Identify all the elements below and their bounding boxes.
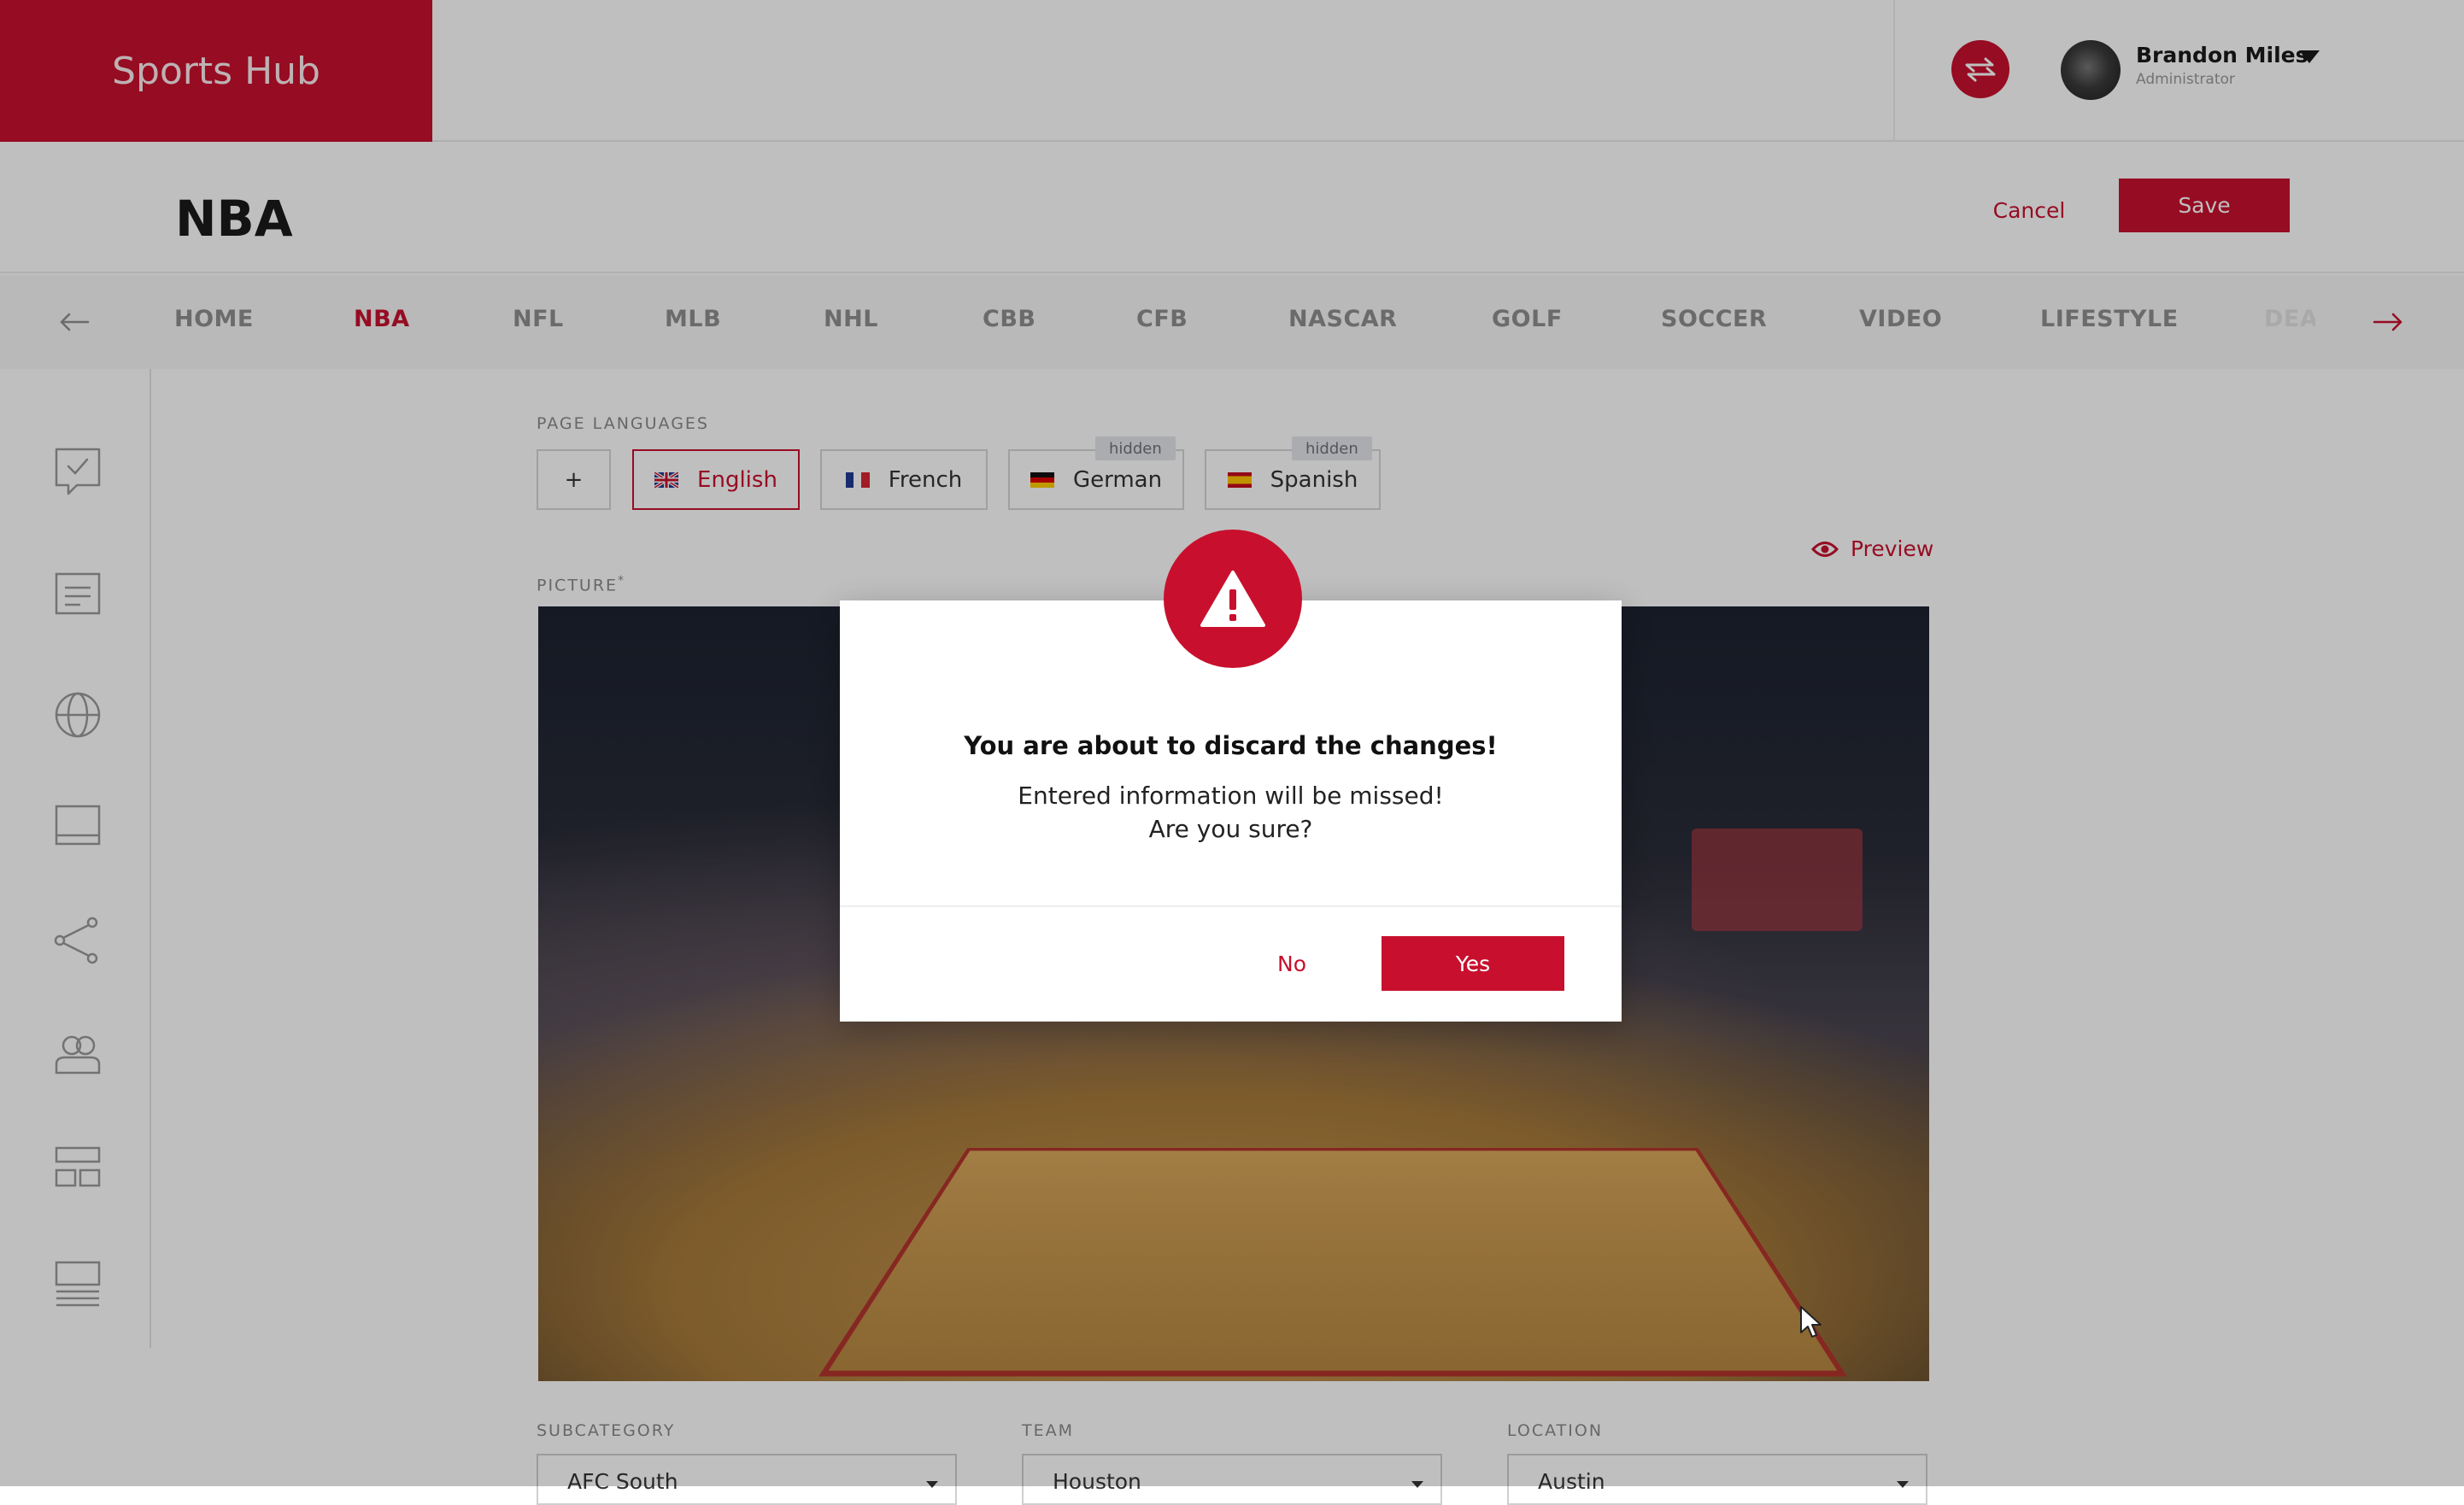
no-button[interactable]: No [1249,936,1335,991]
warning-icon [1200,571,1265,627]
dialog-question: Are you sure? [1148,815,1313,843]
dialog-title: You are about to discard the changes! [964,731,1498,760]
dialog-message: Entered information will be missed! [1018,782,1444,810]
dialog-divider [840,905,1622,907]
mouse-cursor-icon [1800,1306,1822,1338]
yes-button[interactable]: Yes [1382,936,1564,991]
warning-badge [1164,530,1302,668]
